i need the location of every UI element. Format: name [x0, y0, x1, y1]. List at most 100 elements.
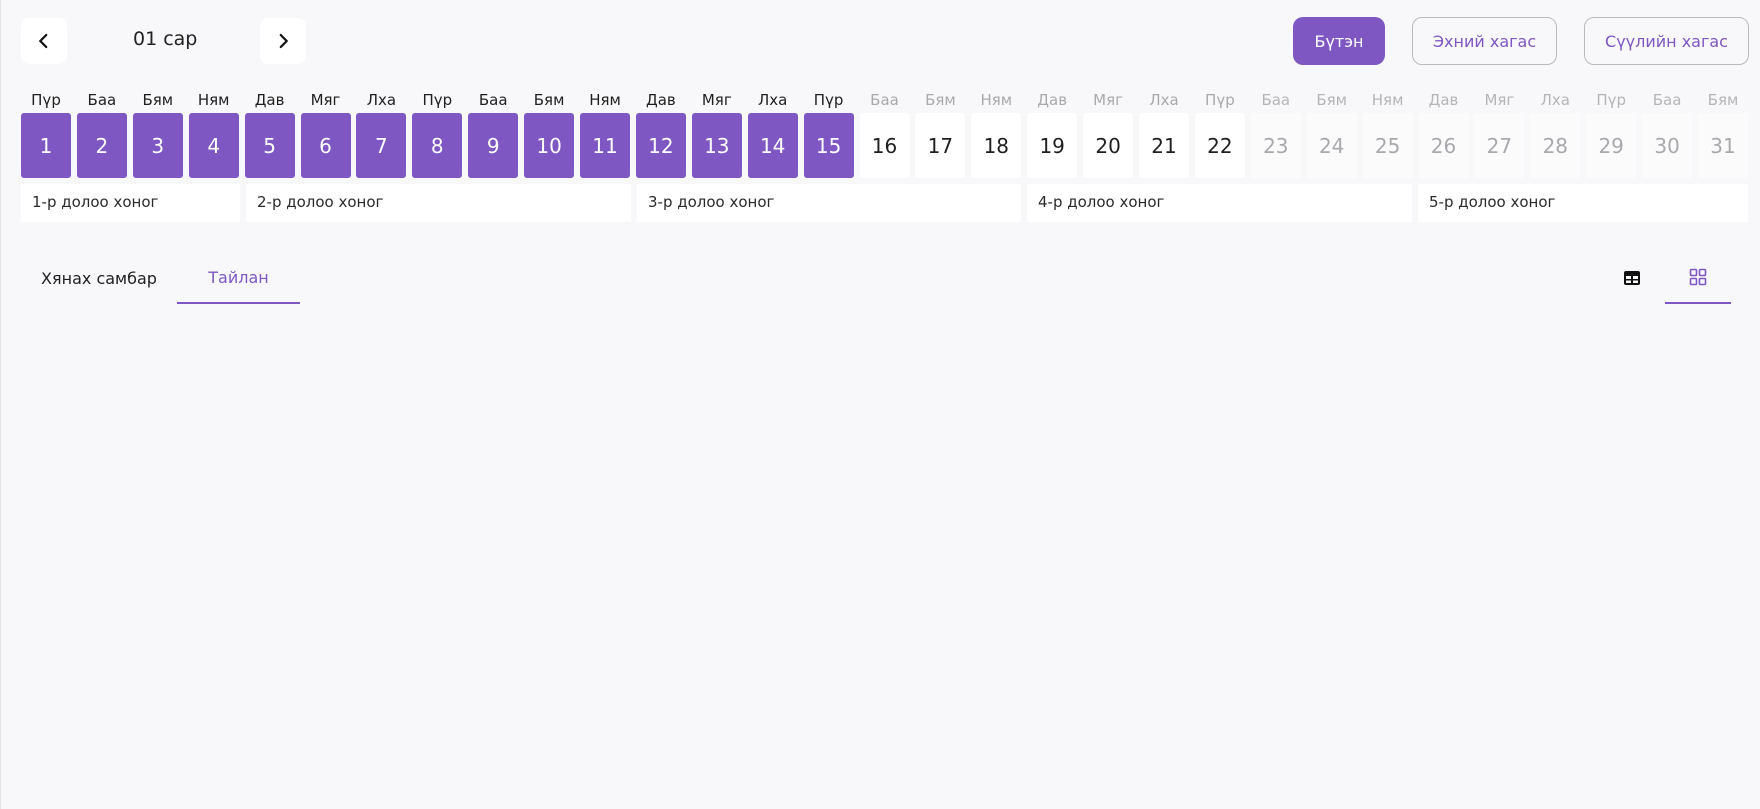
week-3-cell[interactable]: 3-р долоо хоног — [637, 184, 1021, 222]
day-9[interactable]: Баа 9 — [468, 89, 519, 178]
day-name-label: Баа — [478, 91, 508, 109]
chevron-right-icon — [279, 33, 288, 49]
prev-month-button[interactable] — [21, 18, 67, 64]
day-name-label: Дав — [1037, 91, 1068, 109]
day-name-label: Баа — [1261, 91, 1291, 109]
first-half-button[interactable]: Эхний хагас — [1412, 17, 1557, 65]
day-name-label: Мяг — [1484, 91, 1515, 109]
day-number: 25 — [1362, 113, 1413, 178]
day-3[interactable]: Бям 3 — [132, 89, 183, 178]
day-name-label: Бям — [142, 91, 174, 109]
day-name-label: Баа — [1652, 91, 1682, 109]
second-half-button[interactable]: Сүүлийн хагас — [1584, 17, 1749, 65]
day-21[interactable]: Лха 21 — [1139, 89, 1189, 178]
day-name-label: Дав — [1428, 91, 1459, 109]
day-number: 7 — [356, 113, 407, 178]
day-name-label: Лха — [758, 91, 788, 109]
day-number: 12 — [635, 113, 686, 178]
day-7[interactable]: Лха 7 — [356, 89, 407, 178]
day-number: 10 — [524, 113, 575, 178]
day-2[interactable]: Баа 2 — [76, 89, 127, 178]
day-name-label: Баа — [87, 91, 117, 109]
day-26[interactable]: Дав 26 — [1418, 89, 1469, 178]
week-4-cell[interactable]: 4-р долоо хоног — [1027, 184, 1412, 222]
day-name-label: Бям — [533, 91, 565, 109]
day-number: 16 — [859, 113, 910, 178]
day-number: 31 — [1698, 113, 1748, 178]
day-name-label: Пүр — [1596, 91, 1627, 109]
day-number: 14 — [747, 113, 798, 178]
day-number: 15 — [803, 113, 854, 178]
day-name-label: Пүр — [31, 91, 61, 109]
day-name-label: Ням — [980, 91, 1013, 109]
day-name-label: Лха — [1540, 91, 1570, 109]
day-23[interactable]: Баа 23 — [1250, 89, 1301, 178]
day-name-label: Пүр — [422, 91, 453, 109]
day-6[interactable]: Мяг 6 — [300, 89, 351, 178]
day-31[interactable]: Бям 31 — [1698, 89, 1748, 178]
day-number: 6 — [300, 113, 351, 178]
day-number: 20 — [1083, 113, 1134, 178]
day-number: 2 — [76, 113, 127, 178]
day-number: 13 — [691, 113, 742, 178]
tab-report[interactable]: Тайлан — [177, 252, 300, 304]
day-16[interactable]: Баа 16 — [859, 89, 910, 178]
day-number: 27 — [1474, 113, 1525, 178]
tab-dashboard[interactable]: Хянах самбар — [23, 252, 175, 304]
table-view-button[interactable] — [1599, 252, 1665, 304]
day-28[interactable]: Лха 28 — [1530, 89, 1581, 178]
day-30[interactable]: Баа 30 — [1642, 89, 1693, 178]
day-27[interactable]: Мяг 27 — [1474, 89, 1525, 178]
day-name-label: Ням — [197, 91, 230, 109]
day-number: 30 — [1642, 113, 1693, 178]
week-2-cell[interactable]: 2-р долоо хоног — [246, 184, 631, 222]
day-8[interactable]: Пүр 8 — [412, 89, 463, 178]
next-month-button[interactable] — [260, 18, 306, 64]
table-icon — [1624, 271, 1640, 285]
day-name-label: Бям — [925, 91, 956, 109]
day-18[interactable]: Ням 18 — [971, 89, 1022, 178]
day-29[interactable]: Пүр 29 — [1586, 89, 1637, 178]
day-name-label: Дав — [646, 91, 676, 109]
day-22[interactable]: Пүр 22 — [1194, 89, 1245, 178]
day-number: 28 — [1530, 113, 1581, 178]
day-12[interactable]: Дав 12 — [635, 89, 686, 178]
day-name-label: Дав — [254, 91, 285, 109]
grid-view-button[interactable] — [1665, 252, 1731, 304]
day-number: 9 — [468, 113, 519, 178]
day-number: 18 — [971, 113, 1022, 178]
day-number: 24 — [1306, 113, 1357, 178]
day-name-label: Лха — [366, 91, 397, 109]
day-number: 19 — [1027, 113, 1078, 178]
day-name-label: Мяг — [701, 91, 732, 109]
day-number: 4 — [188, 113, 239, 178]
day-number: 22 — [1194, 113, 1245, 178]
day-20[interactable]: Мяг 20 — [1083, 89, 1134, 178]
day-1[interactable]: Пүр 1 — [21, 89, 71, 178]
week-5-cell[interactable]: 5-р долоо хоног — [1418, 184, 1748, 222]
day-11[interactable]: Ням 11 — [580, 89, 630, 178]
day-number: 5 — [244, 113, 295, 178]
day-13[interactable]: Мяг 13 — [691, 89, 742, 178]
day-name-label: Лха — [1149, 91, 1179, 109]
day-name-label: Мяг — [310, 91, 341, 109]
day-25[interactable]: Ням 25 — [1362, 89, 1413, 178]
month-label: 01 сар — [133, 28, 198, 50]
day-number: 17 — [915, 113, 966, 178]
week-1-cell[interactable]: 1-р долоо хоног — [21, 184, 240, 222]
full-month-button[interactable]: Бүтэн — [1293, 17, 1385, 65]
day-24[interactable]: Бям 24 — [1306, 89, 1357, 178]
day-name-label: Мяг — [1093, 91, 1124, 109]
day-15[interactable]: Пүр 15 — [803, 89, 854, 178]
day-name-label: Пүр — [813, 91, 844, 109]
day-19[interactable]: Дав 19 — [1027, 89, 1078, 178]
day-number: 3 — [132, 113, 183, 178]
day-17[interactable]: Бям 17 — [915, 89, 966, 178]
day-5[interactable]: Дав 5 — [244, 89, 295, 178]
day-10[interactable]: Бям 10 — [524, 89, 575, 178]
day-name-label: Ням — [1371, 91, 1404, 109]
day-4[interactable]: Ням 4 — [188, 89, 239, 178]
day-name-label: Бям — [1707, 91, 1739, 109]
day-14[interactable]: Лха 14 — [747, 89, 798, 178]
day-number: 26 — [1418, 113, 1469, 178]
